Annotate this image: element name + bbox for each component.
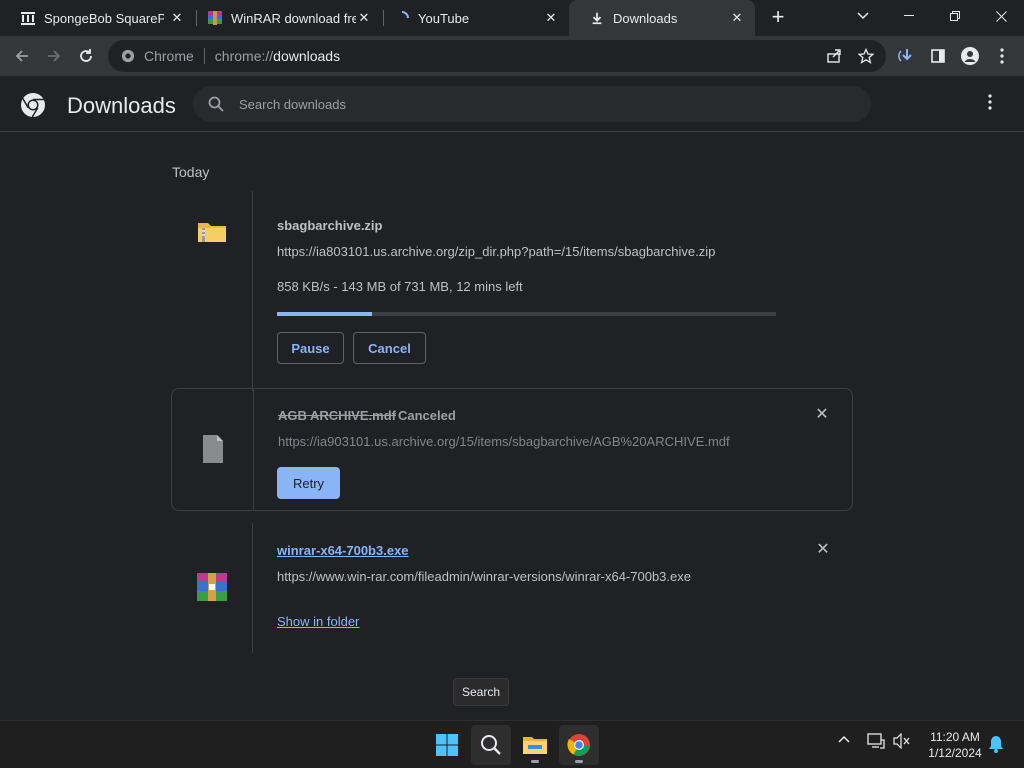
file-name[interactable]: sbagbarchive.zip (277, 218, 382, 233)
close-window-button[interactable] (978, 0, 1024, 32)
remove-from-list-icon[interactable]: ✕ (812, 405, 832, 425)
loading-spinner-icon (394, 10, 410, 26)
file-url: https://ia903101.us.archive.org/15/items… (278, 434, 730, 449)
retry-button[interactable]: Retry (277, 467, 340, 499)
winrar-icon (207, 10, 223, 26)
downloads-header: Downloads (0, 76, 1024, 132)
restore-button[interactable] (932, 0, 978, 32)
taskbar-clock[interactable]: 11:20 AM 1/12/2024 (920, 729, 990, 761)
clock-time: 11:20 AM (930, 730, 980, 744)
zip-folder-icon (196, 215, 228, 247)
tab-search-chevron-icon[interactable] (840, 0, 886, 32)
download-item: winrar-x64-700b3.exe ✕ https://www.win-r… (171, 523, 853, 653)
forward-button[interactable] (40, 42, 68, 70)
tab-strip: SpongeBob SquarePants ✕ WinRAR download … (0, 0, 1024, 36)
search-icon (207, 95, 225, 113)
downloads-list: Today sbagbarchive.zip https://ia803101.… (0, 133, 1024, 720)
file-name: AGB ARCHIVE.mdf (278, 408, 396, 423)
download-item: sbagbarchive.zip https://ia803101.us.arc… (171, 191, 853, 391)
bookmark-star-icon[interactable] (852, 42, 880, 70)
remove-from-list-icon[interactable]: ✕ (813, 540, 833, 560)
clock-date: 1/12/2024 (928, 746, 982, 760)
tab-title: WinRAR download free (231, 10, 356, 26)
download-item-canceled: AGB ARCHIVE.mdf Canceled ✕ https://ia903… (171, 388, 853, 511)
tab-winrar[interactable]: WinRAR download free ✕ (187, 0, 382, 36)
omnibox-divider (203, 48, 205, 64)
side-panel-icon[interactable] (924, 42, 952, 70)
site-label: Chrome (144, 48, 194, 64)
running-indicator (575, 760, 583, 763)
tab-spongebob[interactable]: SpongeBob SquarePants ✕ (0, 0, 195, 36)
show-in-folder-link[interactable]: Show in folder (277, 614, 359, 629)
tab-title: SpongeBob SquarePants (44, 10, 164, 26)
chrome-menu-icon[interactable] (988, 42, 1016, 70)
url-host: downloads (273, 48, 341, 64)
tab-downloads[interactable]: Downloads ✕ (569, 0, 755, 36)
winrar-file-icon (196, 571, 228, 603)
windows-taskbar: 11:20 AM 1/12/2024 (0, 720, 1024, 768)
taskbar-search-icon[interactable] (471, 725, 511, 765)
more-actions-icon[interactable] (978, 92, 1002, 116)
close-tab-icon[interactable]: ✕ (543, 10, 559, 26)
chrome-icon (120, 48, 136, 64)
search-tooltip: Search (453, 678, 509, 706)
download-icon (589, 10, 605, 26)
back-button[interactable] (8, 42, 36, 70)
chrome-taskbar-icon[interactable] (559, 725, 599, 765)
notification-bell-icon[interactable] (988, 735, 1004, 756)
show-hidden-icons-chevron-icon[interactable] (838, 733, 850, 750)
new-tab-button[interactable]: + (766, 6, 790, 30)
archive-icon (20, 10, 36, 26)
page-title: Downloads (67, 93, 176, 118)
chrome-logo-icon (20, 92, 46, 118)
volume-muted-icon[interactable] (893, 732, 911, 752)
pause-button[interactable]: Pause (277, 332, 344, 364)
search-downloads-field[interactable] (193, 86, 871, 122)
close-tab-icon[interactable]: ✕ (356, 10, 372, 26)
minimize-button[interactable] (886, 0, 932, 32)
download-state-label: Canceled (398, 408, 456, 423)
download-status: 858 KB/s - 143 MB of 731 MB, 12 mins lef… (277, 279, 523, 294)
tab-youtube[interactable]: YouTube ✕ (374, 0, 569, 36)
share-icon[interactable] (820, 42, 848, 70)
file-explorer-icon[interactable] (515, 725, 555, 765)
running-indicator (531, 760, 539, 763)
section-date-header: Today (172, 164, 210, 180)
browser-toolbar: Chrome chrome://downloads (0, 36, 1024, 76)
url-scheme: chrome:// (214, 48, 274, 64)
downloads-toolbar-icon[interactable] (893, 42, 921, 70)
close-tab-icon[interactable]: ✕ (729, 10, 745, 26)
file-name-link[interactable]: winrar-x64-700b3.exe (277, 543, 409, 558)
progress-fill (277, 312, 372, 316)
reload-button[interactable] (72, 42, 100, 70)
file-url[interactable]: https://www.win-rar.com/fileadmin/winrar… (277, 569, 691, 584)
file-icon (197, 433, 229, 465)
profile-avatar-icon[interactable] (956, 42, 984, 70)
start-button[interactable] (427, 725, 467, 765)
file-url[interactable]: https://ia803101.us.archive.org/zip_dir.… (277, 244, 715, 259)
search-input[interactable] (239, 96, 799, 112)
address-bar[interactable]: Chrome chrome://downloads (108, 40, 886, 72)
network-icon[interactable] (867, 733, 885, 752)
download-progress-bar (277, 312, 776, 316)
close-tab-icon[interactable]: ✕ (169, 10, 185, 26)
cancel-button[interactable]: Cancel (353, 332, 426, 364)
